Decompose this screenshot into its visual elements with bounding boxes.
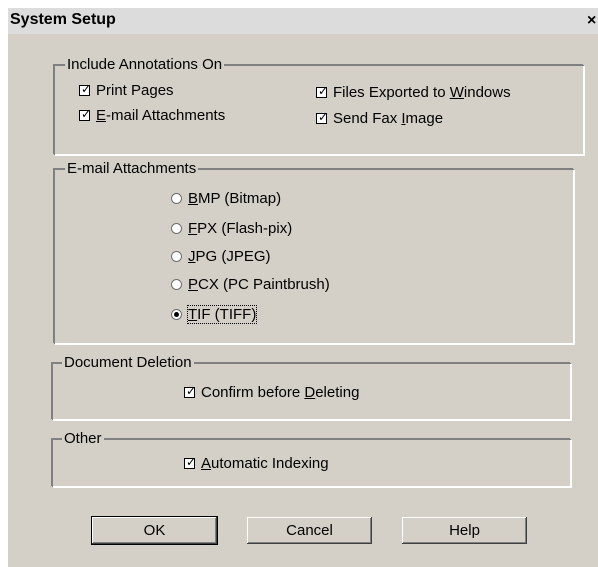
radio-circle[interactable] — [171, 193, 182, 204]
email-attachments-group: E-mail Attachments BMP (Bitmap) FPX (Fla… — [54, 160, 574, 344]
format-bmp-label: BMP (Bitmap) — [188, 190, 282, 207]
checkbox-box[interactable]: ✓ — [184, 455, 196, 469]
send-fax-image-label: Send Fax Image — [333, 110, 444, 127]
annotations-group: Include Annotations On ✓ Print Pages ✓ E-m… — [54, 56, 584, 155]
radio-circle[interactable] — [171, 309, 182, 320]
print-pages-label: Print Pages — [96, 82, 174, 99]
other-group: Other ✓ Automatic Indexing — [52, 430, 571, 487]
automatic-indexing-checkbox[interactable]: ✓ Automatic Indexing — [184, 455, 329, 473]
email-attachments-checkbox[interactable]: ✓ E-mail Attachments — [79, 107, 225, 125]
cancel-button[interactable]: Cancel — [247, 517, 372, 544]
email-attachments-legend: E-mail Attachments — [65, 160, 199, 177]
other-legend: Other — [62, 430, 104, 447]
help-button[interactable]: Help — [402, 517, 527, 544]
close-button[interactable]: × — [587, 11, 598, 30]
email-attachments-label: E-mail Attachments — [96, 107, 226, 124]
confirm-deleting-checkbox[interactable]: ✓ Confirm before Deleting — [184, 384, 359, 402]
checkbox-box[interactable]: ✓ — [184, 384, 196, 398]
title-bar[interactable]: System Setup × — [8, 8, 598, 34]
automatic-indexing-label: Automatic Indexing — [201, 455, 329, 472]
format-jpg-label: JPG (JPEG) — [188, 248, 271, 265]
checkbox-box[interactable]: ✓ — [316, 84, 328, 98]
document-deletion-group: Document Deletion ✓ Confirm before Deleti… — [52, 354, 571, 420]
checkbox-box[interactable]: ✓ — [316, 110, 328, 124]
checkbox-box[interactable]: ✓ — [79, 82, 91, 96]
radio-circle[interactable] — [171, 279, 182, 290]
checkbox-box[interactable]: ✓ — [79, 107, 91, 121]
ok-button[interactable]: OK — [92, 517, 217, 544]
format-jpg-radio[interactable]: JPG (JPEG) — [171, 248, 271, 266]
files-exported-label: Files Exported to Windows — [333, 84, 511, 101]
radio-circle[interactable] — [171, 223, 182, 234]
format-pcx-radio[interactable]: PCX (PC Paintbrush) — [171, 276, 330, 294]
format-bmp-radio[interactable]: BMP (Bitmap) — [171, 190, 281, 208]
format-fpx-radio[interactable]: FPX (Flash-pix) — [171, 220, 292, 238]
system-setup-dialog: System Setup × Include Annotations On ✓ P… — [8, 8, 598, 567]
window-title: System Setup — [10, 11, 116, 28]
send-fax-image-checkbox[interactable]: ✓ Send Fax Image — [316, 110, 443, 128]
radio-circle[interactable] — [171, 251, 182, 262]
format-fpx-label: FPX (Flash-pix) — [188, 220, 293, 237]
format-tif-radio[interactable]: TIF (TIFF) — [171, 305, 258, 324]
document-deletion-legend: Document Deletion — [62, 354, 194, 371]
annotations-legend: Include Annotations On — [65, 56, 225, 73]
files-exported-windows-checkbox[interactable]: ✓ Files Exported to Windows — [316, 84, 511, 102]
print-pages-checkbox[interactable]: ✓ Print Pages — [79, 82, 174, 100]
format-pcx-label: PCX (PC Paintbrush) — [188, 276, 330, 293]
format-tif-label: TIF (TIFF) — [186, 305, 258, 324]
confirm-deleting-label: Confirm before Deleting — [201, 384, 360, 401]
